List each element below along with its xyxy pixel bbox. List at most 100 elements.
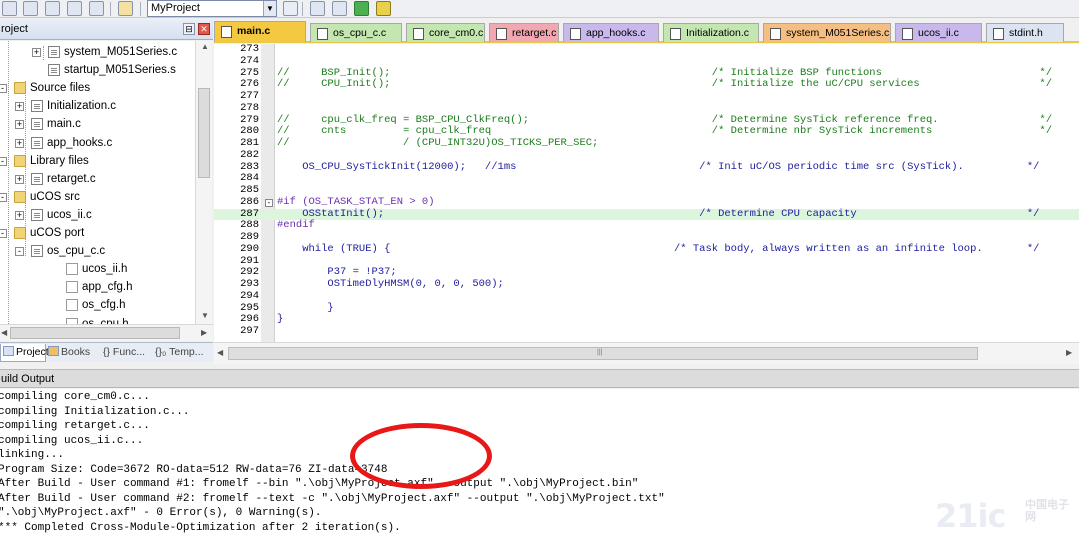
tab-templates[interactable]: {}₀ Temp... <box>153 344 211 362</box>
tree-item[interactable]: + retarget.c <box>0 170 195 188</box>
tree-item[interactable]: ucos_ii.h <box>0 260 195 278</box>
scroll-left-icon[interactable]: ◀ <box>1 328 7 337</box>
tab-project[interactable]: Project <box>0 344 49 362</box>
toolbar: MyProject ▼ <box>0 0 1079 18</box>
code-line[interactable]: 296} <box>214 314 1079 326</box>
target-select[interactable]: MyProject ▼ <box>147 0 277 17</box>
tree-item[interactable]: - uCOS port <box>0 224 195 242</box>
editor-tab[interactable]: core_cm0.c <box>406 23 485 42</box>
scroll-right-icon[interactable]: ▶ <box>201 328 207 337</box>
build-output-line: compiling core_cm0.c... <box>0 391 150 403</box>
expand-icon[interactable]: + <box>15 120 24 130</box>
pin-icon[interactable]: ⊟ <box>183 23 195 35</box>
code-line[interactable]: 274 <box>214 54 1079 68</box>
print-icon[interactable] <box>89 1 104 16</box>
code-line[interactable]: 278 <box>214 102 1079 115</box>
file-icon <box>31 172 43 185</box>
tree-item[interactable]: app_cfg.h <box>0 278 195 296</box>
scroll-left-icon[interactable]: ◀ <box>217 348 223 357</box>
code-line[interactable]: 293 OSTimeDlyHMSM(0, 0, 0, 500); <box>214 278 1079 291</box>
expand-icon[interactable]: + <box>15 210 24 220</box>
expand-icon[interactable]: + <box>15 174 24 184</box>
tree-item[interactable]: - Source files <box>0 79 195 97</box>
collapse-icon[interactable]: - <box>0 192 7 202</box>
tree-item-label: uCOS port <box>30 227 85 239</box>
expand-icon[interactable]: + <box>32 48 41 57</box>
open-icon[interactable] <box>2 1 17 16</box>
code-line[interactable]: 290 while (TRUE) { /* Task body, always … <box>214 243 1079 256</box>
collapse-icon[interactable]: - <box>15 247 24 257</box>
code-editor[interactable]: 273 274 275// BSP_Init(); /* Initialize BS… <box>214 44 1079 342</box>
project-vertical-scrollbar[interactable]: ▲ ▼ <box>195 41 212 324</box>
collapse-icon[interactable]: - <box>0 156 7 166</box>
tree-item[interactable]: + main.c <box>0 115 195 133</box>
code-line[interactable]: 281 // / (CPU_INT32U)OS_TICKS_PER_SEC; <box>214 137 1079 150</box>
code-line[interactable]: 289 <box>214 231 1079 244</box>
fold-icon[interactable]: - <box>265 198 273 207</box>
chevron-down-icon[interactable]: ▼ <box>263 1 276 16</box>
scroll-right-icon[interactable]: ▶ <box>1066 348 1072 357</box>
close-icon[interactable]: ✕ <box>198 23 210 35</box>
tab-functions[interactable]: {} Func... <box>101 344 151 362</box>
tree-item[interactable]: + Initialization.c <box>0 97 195 115</box>
code-line[interactable]: 273 <box>214 44 1079 56</box>
editor-tab[interactable]: Initialization.c <box>663 23 759 42</box>
scroll-thumb[interactable]: ||| <box>228 347 978 360</box>
tree-item[interactable]: + ucos_ii.c <box>0 206 195 224</box>
tree-item-label: uCOS src <box>30 190 80 203</box>
manage-icon[interactable] <box>332 1 347 16</box>
tree-item[interactable]: + system_M051Series.c <box>0 43 195 61</box>
code-line[interactable]: 284 <box>214 173 1079 185</box>
scroll-thumb[interactable] <box>198 88 210 178</box>
batch-icon[interactable] <box>376 1 391 16</box>
editor-tab[interactable]: os_cpu_c.c <box>310 23 402 42</box>
editor-tab[interactable]: stdint.h <box>986 23 1064 42</box>
editor-tab[interactable]: retarget.c <box>489 23 559 42</box>
options-icon[interactable] <box>310 1 325 16</box>
editor-horizontal-scrollbar[interactable]: ◀ ||| ▶ <box>214 342 1079 364</box>
collapse-icon[interactable]: - <box>0 229 7 238</box>
code-line[interactable]: 297 <box>214 325 1079 338</box>
line-number: 274 <box>240 54 259 67</box>
project-horizontal-scrollbar[interactable]: ◀ ▶ <box>0 324 213 341</box>
file-icon <box>48 46 60 58</box>
code-line[interactable]: 282 <box>214 149 1079 162</box>
tree-item[interactable]: os_cfg.h <box>0 296 195 314</box>
expand-icon[interactable]: + <box>15 102 24 112</box>
build-output[interactable]: compiling core_cm0.c... compiling Initial… <box>0 389 1079 539</box>
scroll-thumb[interactable] <box>10 327 180 339</box>
scroll-down-icon[interactable]: ▼ <box>201 311 209 320</box>
load-icon[interactable] <box>118 1 133 16</box>
code-line[interactable]: 283 OS_CPU_SysTickInit(12000); //1ms /* … <box>214 161 1079 174</box>
line-number: 293 <box>240 278 259 290</box>
code-line[interactable]: 286 #if (OS_TASK_STAT_EN > 0) <box>214 196 1079 209</box>
tree-item[interactable]: os_cpu.h <box>0 315 195 324</box>
expand-icon[interactable]: + <box>15 138 24 148</box>
code-line[interactable]: 287 OSStatInit(); /* Determine CPU capac… <box>214 208 1079 221</box>
code-line[interactable]: 276// CPU_Init(); /* Initialize the uC/C… <box>214 79 1079 91</box>
wand-icon[interactable] <box>283 1 298 16</box>
code-line[interactable]: 288 #endif <box>214 220 1079 232</box>
tree-item[interactable]: - uCOS src <box>0 188 195 206</box>
code-line[interactable]: 295 } <box>214 302 1079 315</box>
editor-tab[interactable]: app_hooks.c <box>563 23 659 42</box>
scroll-up-icon[interactable]: ▲ <box>201 42 209 51</box>
editor-tab[interactable]: main.c <box>214 21 306 42</box>
editor-tab[interactable]: ucos_ii.c <box>895 23 982 42</box>
save-all-icon[interactable] <box>45 1 60 16</box>
tree-item[interactable]: - Library files <box>0 152 195 170</box>
tree-item[interactable]: - os_cpu_c.c <box>0 242 195 260</box>
code-line[interactable]: 277 <box>214 90 1079 103</box>
diamond-icon[interactable] <box>354 1 369 16</box>
collapse-icon[interactable]: - <box>0 84 7 94</box>
save-icon[interactable] <box>23 1 38 16</box>
tree-item[interactable]: + app_hooks.c <box>0 134 195 152</box>
tab-books[interactable]: Books <box>46 344 98 362</box>
code-line[interactable]: 285 <box>214 184 1079 197</box>
stack-icon[interactable] <box>67 1 82 16</box>
tree-connector <box>8 41 9 324</box>
tree-connector <box>25 81 26 256</box>
editor-tab[interactable]: system_M051Series.c <box>763 23 891 42</box>
tree-item[interactable]: startup_M051Series.s <box>0 61 195 79</box>
code-line[interactable]: 294 <box>214 290 1079 303</box>
